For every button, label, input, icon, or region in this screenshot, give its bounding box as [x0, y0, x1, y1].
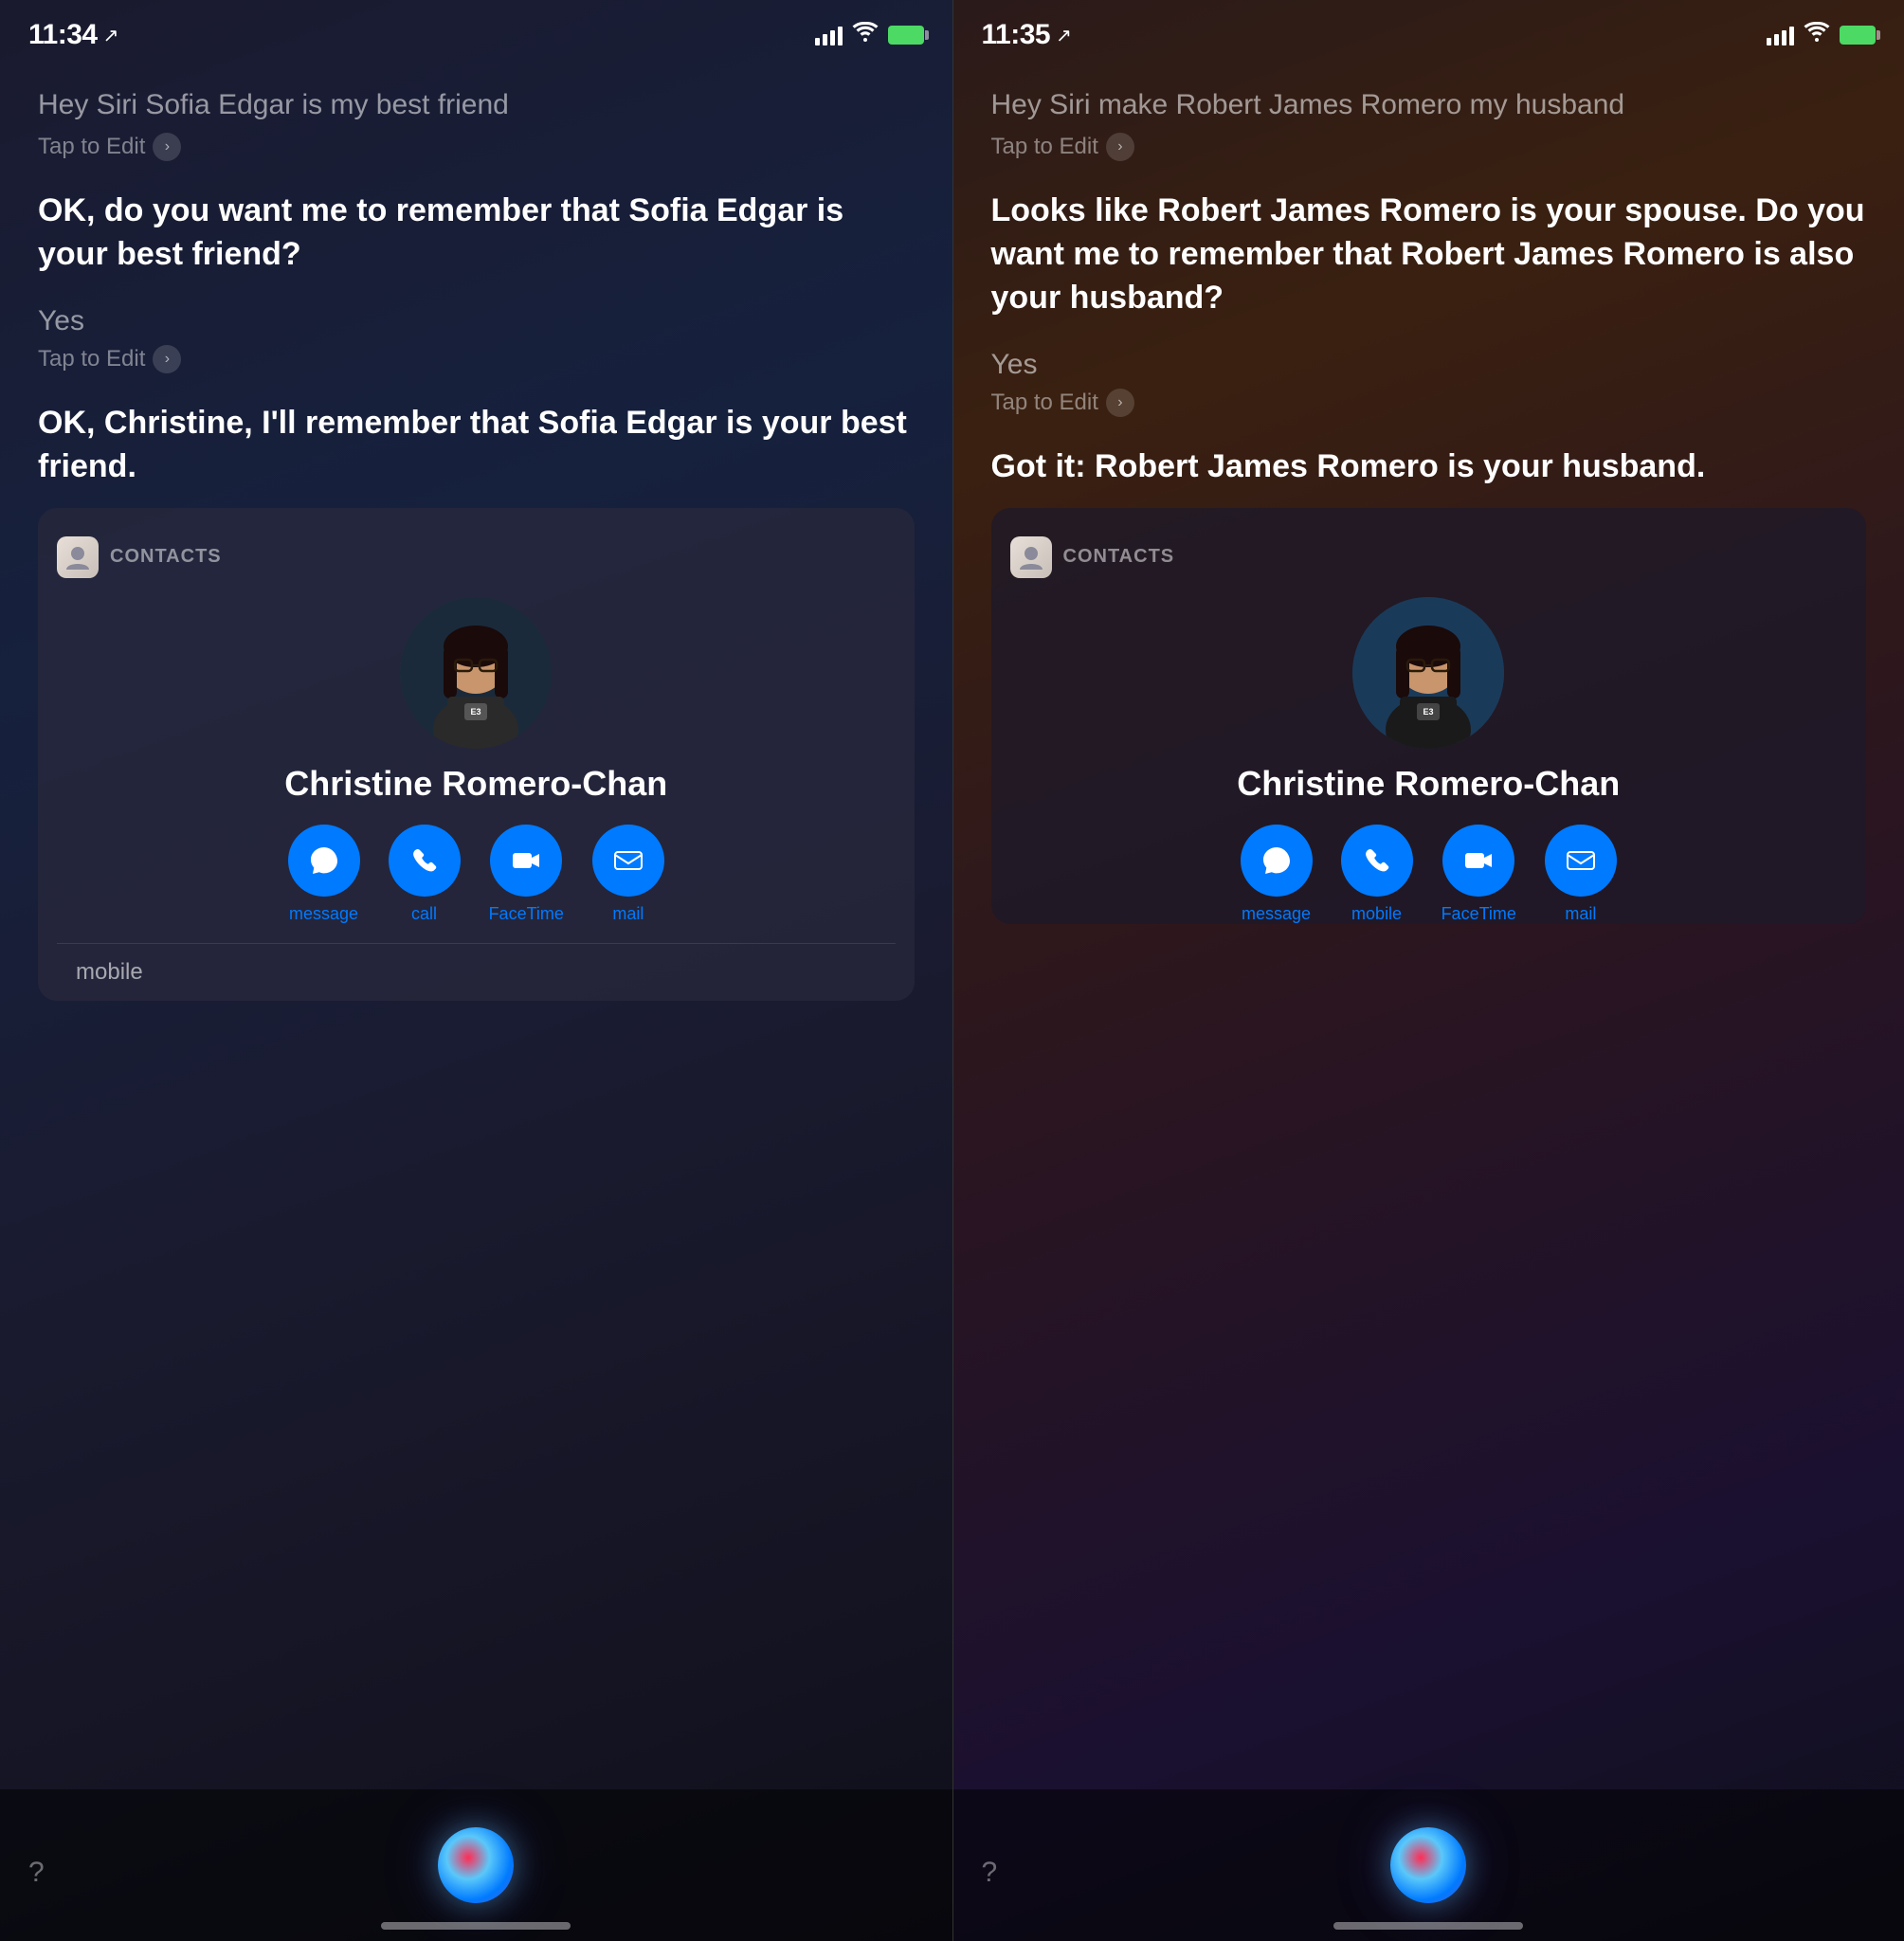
tap-to-edit-label-1: Tap to Edit: [38, 134, 145, 160]
facetime-label-right: FaceTime: [1442, 904, 1516, 924]
action-mail-left[interactable]: mail: [592, 825, 664, 924]
siri-response-r1: Looks like Robert James Romero is your s…: [991, 190, 1867, 320]
left-panel: 11:34 ↗ Hey Siri Sofia Edgar is my best …: [0, 0, 952, 1941]
mobile-label-right: mobile: [1351, 904, 1402, 924]
user-reply-r1: Yes: [991, 349, 1867, 381]
tap-to-edit-2[interactable]: Tap to Edit ›: [38, 345, 915, 373]
contacts-app-icon-right: [1010, 536, 1052, 578]
contacts-header-right: CONTACTS: [1010, 536, 1848, 578]
mobile-circle-right[interactable]: [1341, 825, 1413, 897]
action-mobile-right[interactable]: mobile: [1341, 825, 1413, 924]
contact-avatar-right: E3: [1352, 597, 1504, 749]
tap-to-edit-label-r1: Tap to Edit: [991, 134, 1098, 160]
tap-to-edit-btn-2[interactable]: ›: [153, 345, 181, 373]
tap-to-edit-btn-r1[interactable]: ›: [1106, 133, 1134, 161]
battery-icon-right: [1840, 26, 1876, 45]
mail-circle-left[interactable]: [592, 825, 664, 897]
facetime-label-left: FaceTime: [489, 904, 564, 924]
avatar-container-left: E3: [57, 597, 896, 749]
contact-name-left: Christine Romero-Chan: [57, 764, 896, 804]
signal-left: [815, 25, 843, 45]
status-icons-right: [1767, 22, 1876, 48]
action-facetime-right[interactable]: FaceTime: [1442, 825, 1516, 924]
siri-followup-1: OK, Christine, I'll remember that Sofia …: [38, 402, 915, 489]
tap-to-edit-label-r2: Tap to Edit: [991, 390, 1098, 416]
contacts-card-right: CONTACTS: [991, 508, 1867, 924]
siri-response-1: OK, do you want me to remember that Sofi…: [38, 190, 915, 277]
query-text-1: Hey Siri Sofia Edgar is my best friend: [38, 85, 915, 125]
user-reply-1: Yes: [38, 305, 915, 337]
contact-name-right: Christine Romero-Chan: [1010, 764, 1848, 804]
action-message-right[interactable]: message: [1241, 825, 1313, 924]
bottom-bar-right: ?: [953, 1789, 1904, 1941]
home-indicator-right[interactable]: [1333, 1922, 1523, 1930]
wifi-icon-left: [852, 22, 879, 48]
contact-actions-left: message call: [57, 825, 896, 924]
mail-label-right: mail: [1565, 904, 1596, 924]
tap-to-edit-r1[interactable]: Tap to Edit ›: [991, 133, 1867, 161]
help-icon-left[interactable]: ?: [28, 1857, 45, 1889]
contacts-label-left: CONTACTS: [110, 546, 222, 568]
tap-to-edit-btn-r2[interactable]: ›: [1106, 389, 1134, 417]
action-call-left[interactable]: call: [389, 825, 461, 924]
bottom-bar-left: ?: [0, 1789, 952, 1941]
signal-bar-r4: [1789, 27, 1794, 45]
tap-to-edit-btn-1[interactable]: ›: [153, 133, 181, 161]
svg-text:E3: E3: [471, 707, 481, 717]
signal-bar-1: [815, 38, 820, 45]
action-message-left[interactable]: message: [288, 825, 360, 924]
message-label-left: message: [289, 904, 358, 924]
siri-orb-left[interactable]: [438, 1827, 514, 1903]
action-mail-right[interactable]: mail: [1545, 825, 1617, 924]
status-bar-left: 11:34 ↗: [0, 0, 952, 57]
mail-circle-right[interactable]: [1545, 825, 1617, 897]
content-right: Hey Siri make Robert James Romero my hus…: [953, 57, 1904, 971]
contacts-label-right: CONTACTS: [1063, 546, 1175, 568]
contact-avatar-left: E3: [400, 597, 552, 749]
message-circle-right[interactable]: [1241, 825, 1313, 897]
wifi-icon-right: [1804, 22, 1830, 48]
call-label-left: call: [411, 904, 437, 924]
content-left: Hey Siri Sofia Edgar is my best friend T…: [0, 57, 952, 1029]
help-icon-right[interactable]: ?: [982, 1857, 998, 1889]
query-text-r1: Hey Siri make Robert James Romero my hus…: [991, 85, 1867, 125]
signal-bar-r1: [1767, 38, 1771, 45]
contact-actions-right: message mobile: [1010, 825, 1848, 924]
contacts-header-left: CONTACTS: [57, 536, 896, 578]
home-indicator-left[interactable]: [381, 1922, 571, 1930]
contacts-card-left: CONTACTS: [38, 508, 915, 1001]
signal-bar-r2: [1774, 34, 1779, 45]
time-right: 11:35: [982, 19, 1051, 51]
tap-to-edit-r2[interactable]: Tap to Edit ›: [991, 389, 1867, 417]
message-label-right: message: [1242, 904, 1311, 924]
tap-to-edit-label-2: Tap to Edit: [38, 346, 145, 372]
message-circle-left[interactable]: [288, 825, 360, 897]
signal-bar-4: [838, 27, 843, 45]
status-bar-right: 11:35 ↗: [953, 0, 1904, 57]
battery-icon-left: [888, 26, 924, 45]
action-facetime-left[interactable]: FaceTime: [489, 825, 564, 924]
location-icon-right: ↗: [1056, 24, 1072, 47]
mail-label-left: mail: [612, 904, 644, 924]
status-icons-left: [815, 22, 924, 48]
right-panel: 11:35 ↗ Hey Siri make Robert James Romer…: [952, 0, 1904, 1941]
location-icon-left: ↗: [103, 24, 119, 47]
signal-bar-3: [830, 30, 835, 45]
call-circle-left[interactable]: [389, 825, 461, 897]
facetime-circle-left[interactable]: [490, 825, 562, 897]
signal-bar-r3: [1782, 30, 1786, 45]
signal-right: [1767, 25, 1794, 45]
siri-orb-right[interactable]: [1390, 1827, 1466, 1903]
siri-followup-r1: Got it: Robert James Romero is your husb…: [991, 445, 1867, 489]
facetime-circle-right[interactable]: [1442, 825, 1514, 897]
mobile-text-left: mobile: [57, 943, 896, 1001]
contacts-app-icon-left: [57, 536, 99, 578]
signal-bar-2: [823, 34, 827, 45]
svg-text:E3: E3: [1423, 707, 1434, 717]
time-left: 11:34: [28, 19, 98, 51]
avatar-container-right: E3: [1010, 597, 1848, 749]
tap-to-edit-1[interactable]: Tap to Edit ›: [38, 133, 915, 161]
